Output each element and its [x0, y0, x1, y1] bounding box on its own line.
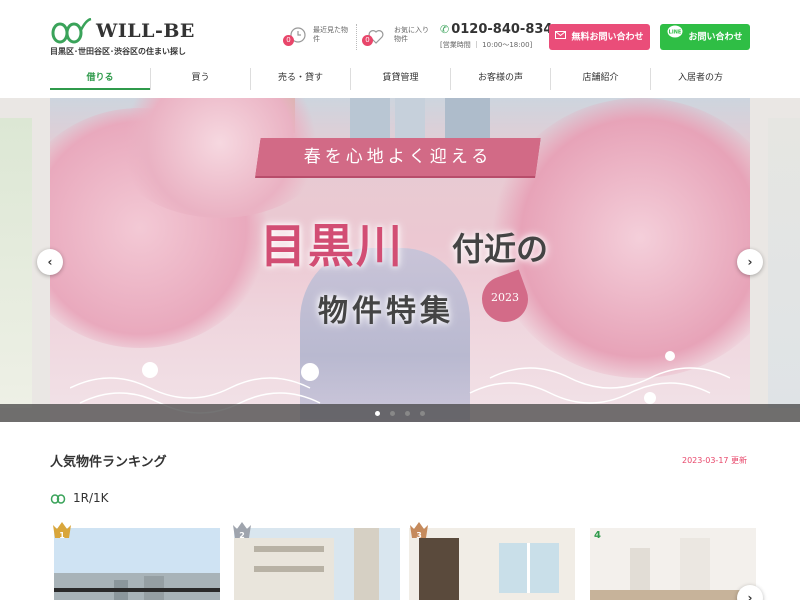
rank-number: 4: [594, 530, 601, 541]
carousel-prev-button[interactable]: ‹: [37, 249, 63, 275]
previous-slide-peek: [0, 118, 32, 408]
nav-item-residents[interactable]: 入居者の方: [650, 68, 750, 90]
rank-number: 1: [59, 531, 65, 540]
hero-subline: 物件特集: [318, 294, 454, 329]
ranking-updated-date: 2023-03-17 更新: [682, 456, 748, 465]
hero-ribbon-text: 春を心地よく迎える: [303, 147, 493, 167]
recently-viewed-link[interactable]: 最近見た物件: [313, 26, 353, 44]
nav-item-sell-lease[interactable]: 売る・貸す: [250, 68, 350, 90]
phone-number[interactable]: ✆ 0120-840-834: [440, 22, 552, 37]
chevron-right-icon: ›: [747, 591, 753, 600]
phone-icon: ✆: [440, 23, 450, 36]
carousel-dot[interactable]: [375, 411, 380, 416]
hero-year: 2023: [491, 291, 519, 304]
rank-number: 2: [239, 531, 245, 540]
carousel-dot[interactable]: [420, 411, 425, 416]
ranking-next-button[interactable]: ›: [737, 585, 763, 600]
property-photo: [590, 528, 756, 600]
ranking-category-label: 1R/1K: [73, 491, 109, 505]
logo-mark-icon: [50, 494, 66, 504]
phone-number-text: 0120-840-834: [451, 22, 553, 37]
hero-headline: 目黒川: [260, 219, 404, 273]
ranking-card[interactable]: [409, 528, 575, 600]
carousel-next-button[interactable]: ›: [737, 249, 763, 275]
svg-text:LINE: LINE: [669, 30, 682, 36]
hero-headline-rest: 付近の: [452, 230, 549, 268]
ranking-card[interactable]: [590, 528, 756, 600]
carousel-dot[interactable]: [405, 411, 410, 416]
line-contact-label: お問い合わせ: [688, 32, 743, 43]
nav-item-reviews[interactable]: お客様の声: [450, 68, 550, 90]
logo-mark-icon: [51, 18, 92, 44]
business-hours: [営業時間 ｜ 10:00〜18:00]: [440, 41, 533, 49]
favorites-count-badge: 0: [362, 35, 373, 46]
ranking-card[interactable]: [54, 528, 220, 600]
ranking-card[interactable]: [234, 528, 400, 600]
favorites-link[interactable]: お気に入り物件: [394, 26, 434, 44]
site-header: WILL-BE 目黒区･世田谷区･渋谷区の住まい探し 0 最近見た物件 0 お気…: [0, 0, 800, 68]
logo-text: WILL-BE: [96, 20, 195, 42]
chevron-right-icon: ›: [747, 255, 753, 269]
next-slide-peek: [768, 118, 800, 408]
property-photo: [234, 528, 400, 600]
logo-tagline: 目黒区･世田谷区･渋谷区の住まい探し: [50, 47, 186, 56]
recently-viewed-count-badge: 0: [283, 35, 294, 46]
property-photo: [409, 528, 575, 600]
rank-number: 3: [416, 531, 422, 540]
carousel-pagination: [0, 404, 800, 422]
nav-item-stores[interactable]: 店舗紹介: [550, 68, 650, 90]
hero-slide[interactable]: 春を心地よく迎える 目黒川 付近の 物件特集 2023: [50, 98, 750, 422]
property-photo: [54, 528, 220, 600]
line-icon: LINE: [667, 24, 683, 50]
nav-item-management[interactable]: 賃貸管理: [350, 68, 450, 90]
mail-icon: [555, 24, 567, 50]
free-contact-label: 無料お問い合わせ: [571, 32, 644, 43]
chevron-left-icon: ‹: [47, 255, 53, 269]
ranking-title: 人気物件ランキング: [50, 455, 167, 470]
header-divider: [356, 24, 357, 50]
free-contact-button[interactable]: 無料お問い合わせ: [549, 24, 650, 50]
carousel-dot[interactable]: [390, 411, 395, 416]
line-contact-button[interactable]: LINE お問い合わせ: [660, 24, 750, 50]
global-nav: 借りる 買う 売る・貸す 賃貸管理 お客様の声 店舗紹介 入居者の方: [50, 68, 750, 90]
background-building: [395, 98, 425, 143]
nav-item-rent[interactable]: 借りる: [50, 68, 150, 90]
nav-item-buy[interactable]: 買う: [150, 68, 250, 90]
hero-carousel: 春を心地よく迎える 目黒川 付近の 物件特集 2023 ‹ ›: [0, 98, 800, 422]
